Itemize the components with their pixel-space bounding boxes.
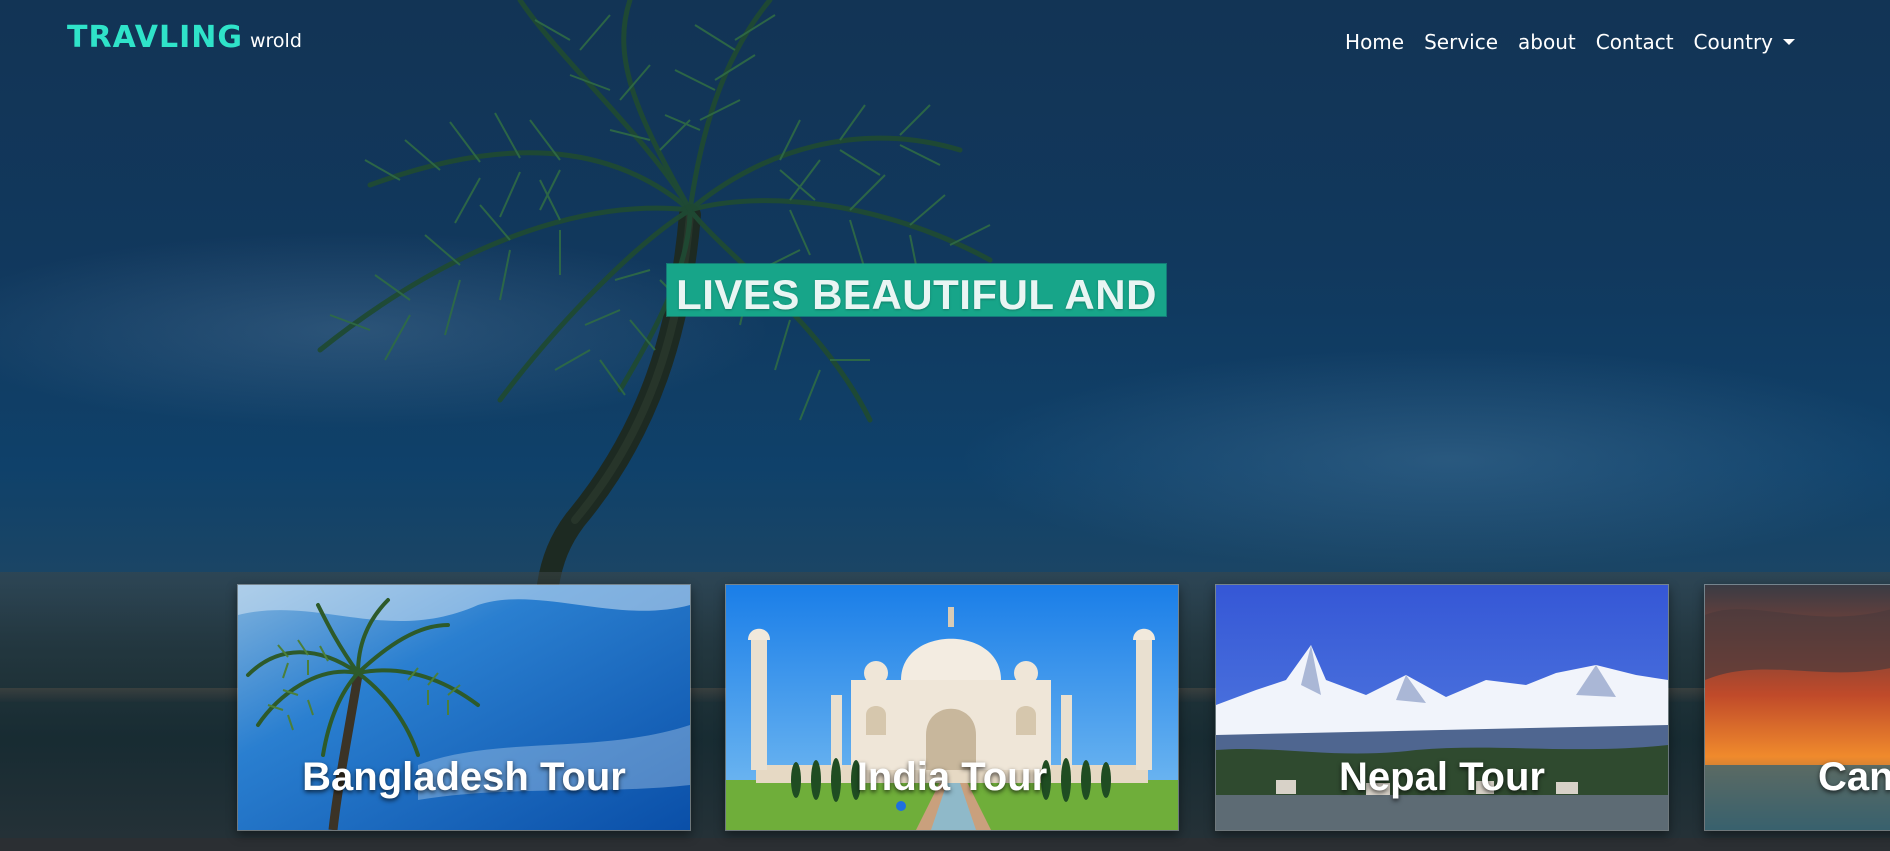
- tour-title: Can: [1818, 755, 1890, 799]
- hero-headline: LIVES BEAUTIFUL AND: [676, 271, 1157, 316]
- nav-contact[interactable]: Contact: [1586, 28, 1684, 56]
- tour-card-nepal[interactable]: Nepal Tour: [1215, 584, 1669, 831]
- brand-tagline: wrold: [249, 30, 302, 52]
- main-nav: Home Service about Contact Country: [1335, 28, 1805, 56]
- tour-card-partial[interactable]: Can: [1704, 584, 1890, 831]
- tour-title: Nepal Tour: [1339, 755, 1545, 799]
- tour-card-india[interactable]: India Tour: [725, 584, 1179, 831]
- nav-service[interactable]: Service: [1414, 28, 1508, 56]
- brand-name: TRAVLING: [67, 20, 243, 55]
- tour-card-bangladesh[interactable]: Bangladesh Tour: [237, 584, 691, 831]
- hero-headline-box: LIVES BEAUTIFUL AND: [667, 264, 1166, 316]
- brand-logo[interactable]: TRAVLING wrold: [67, 20, 302, 64]
- footer-strip: [0, 838, 1890, 851]
- slider-indicator-dot[interactable]: [896, 801, 906, 811]
- caret-down-icon: [1783, 39, 1795, 45]
- nav-country-label: Country: [1693, 30, 1773, 54]
- tour-title: Bangladesh Tour: [302, 755, 626, 799]
- nav-about[interactable]: about: [1508, 28, 1586, 56]
- nav-home[interactable]: Home: [1335, 28, 1414, 56]
- nav-country-dropdown[interactable]: Country: [1684, 28, 1805, 56]
- tour-title: India Tour: [856, 755, 1048, 799]
